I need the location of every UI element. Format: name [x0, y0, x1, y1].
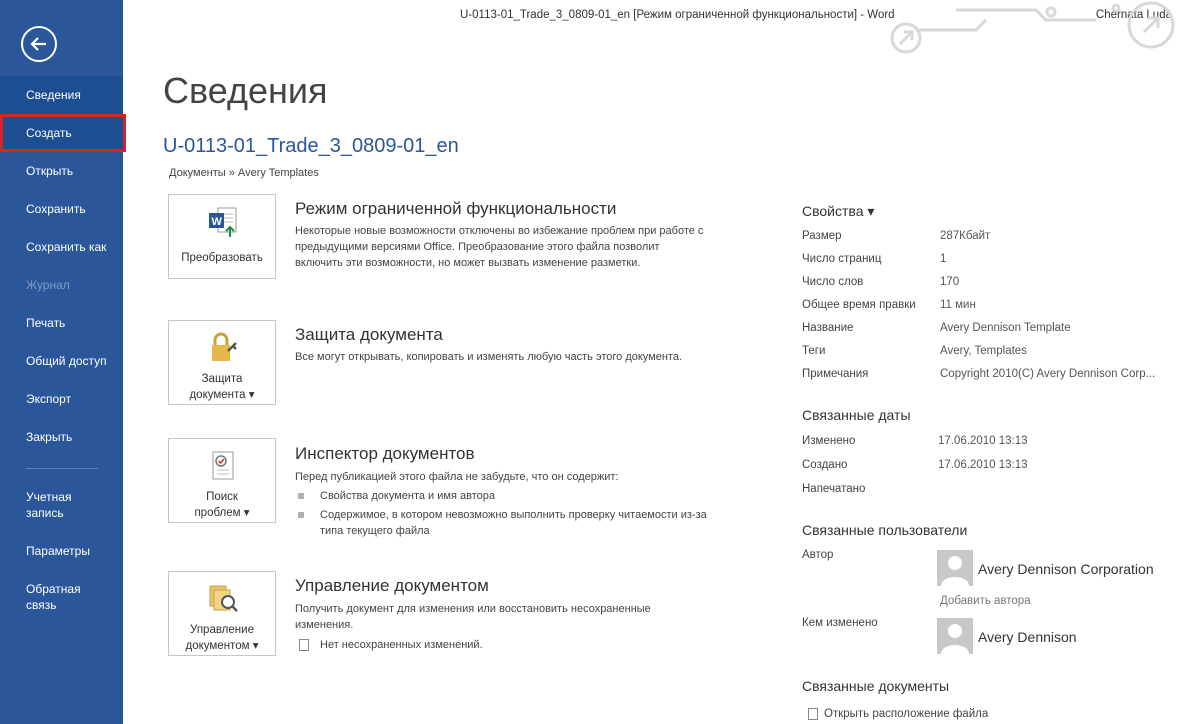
- bullet-icon: [298, 493, 304, 499]
- convert-button-label: Преобразовать: [181, 252, 263, 264]
- inspect-bullet-item: Содержимое, в котором невозможно выполни…: [320, 509, 707, 537]
- author-label: Автор: [802, 549, 834, 561]
- sidebar-item-export[interactable]: Экспорт: [0, 380, 123, 418]
- date-value: 17.06.2010 13:13: [938, 459, 1028, 471]
- prop-value-title[interactable]: Avery Dennison Template: [940, 322, 1071, 334]
- prop-key: Примечания: [802, 368, 869, 380]
- prop-value-tags[interactable]: Avery, Templates: [940, 345, 1027, 357]
- manage-document-label: Управление документом ▾: [169, 622, 275, 654]
- sidebar-item-options[interactable]: Параметры: [0, 532, 123, 570]
- prop-value: 287Кбайт: [940, 230, 991, 242]
- compat-mode-text: Некоторые новые возможности отключены во…: [295, 225, 704, 269]
- prop-key: Число слов: [802, 276, 864, 288]
- word-convert-icon: W: [209, 207, 237, 237]
- no-unsaved-changes: Нет несохраненных изменений.: [320, 639, 483, 651]
- lock-key-icon: [212, 332, 237, 361]
- properties-heading[interactable]: Свойства ▾: [802, 203, 874, 220]
- prop-key: Общее время правки: [802, 299, 916, 311]
- protect-document-text: Все могут открывать, копировать и изменя…: [295, 351, 683, 363]
- sidebar-item-close[interactable]: Закрыть: [0, 418, 123, 456]
- document-name: U-0113-01_Trade_3_0809-01_en: [163, 135, 459, 157]
- date-key: Изменено: [802, 435, 856, 447]
- avatar[interactable]: [937, 550, 973, 586]
- sidebar-divider: [26, 468, 98, 469]
- date-key: Напечатано: [802, 483, 866, 495]
- manage-label-line1: Управление: [190, 624, 254, 636]
- inspect-document-icon: [212, 451, 234, 480]
- bullet-icon: [298, 512, 304, 518]
- convert-button[interactable]: W Преобразовать: [168, 194, 276, 279]
- prop-value: 1: [940, 253, 947, 265]
- file-icon: [808, 708, 818, 720]
- manage-document-button[interactable]: Управление документом ▾: [168, 571, 276, 656]
- sidebar-item-save-as[interactable]: Сохранить как: [0, 228, 123, 266]
- sidebar-item-label: запись: [26, 506, 64, 520]
- related-dates-heading: Связанные даты: [802, 407, 911, 423]
- compat-mode-title: Режим ограниченной функциональности: [295, 199, 617, 218]
- modified-by-label: Кем изменено: [802, 617, 878, 629]
- sidebar-item-account[interactable]: Учетная запись: [0, 486, 123, 524]
- date-key: Создано: [802, 459, 848, 471]
- prop-value-comments[interactable]: Copyright 2010(C) Avery Dennison Corp...: [940, 368, 1155, 380]
- sidebar-item-label: Обратная: [26, 582, 81, 596]
- inspect-document-title: Инспектор документов: [295, 444, 475, 463]
- protect-document-label: Защита документа ▾: [169, 371, 275, 403]
- check-issues-button[interactable]: Поиск проблем ▾: [168, 438, 276, 523]
- sidebar-item-print[interactable]: Печать: [0, 304, 123, 342]
- sidebar-item-save[interactable]: Сохранить: [0, 190, 123, 228]
- sidebar-item-label: связь: [26, 598, 57, 612]
- sidebar-item-new[interactable]: Создать: [0, 114, 126, 152]
- manage-document-icon: [209, 585, 238, 612]
- prop-key: Название: [802, 322, 854, 334]
- open-file-location-link[interactable]: Открыть расположение файла: [824, 708, 988, 720]
- breadcrumb[interactable]: Документы » Avery Templates: [169, 167, 319, 179]
- sidebar-item-share[interactable]: Общий доступ: [0, 342, 123, 380]
- prop-key: Число страниц: [802, 253, 882, 265]
- inspect-document-text: Перед публикацией этого файла не забудьт…: [295, 471, 619, 483]
- person-icon: [941, 556, 969, 586]
- sidebar-item-info[interactable]: Сведения: [0, 76, 123, 114]
- manage-label-line2: документом ▾: [185, 640, 259, 652]
- check-issues-line2: проблем ▾: [194, 507, 250, 519]
- sidebar-item-feedback[interactable]: Обратная связь: [0, 578, 123, 616]
- prop-value: 11 мин: [940, 299, 976, 311]
- modified-by-name[interactable]: Avery Dennison: [978, 629, 1077, 645]
- check-issues-label: Поиск проблем ▾: [169, 489, 275, 521]
- svg-text:W: W: [212, 216, 223, 228]
- window-title: U-0113-01_Trade_3_0809-01_en [Режим огра…: [460, 9, 895, 21]
- author-name[interactable]: Avery Dennison Corporation: [978, 561, 1154, 577]
- page-title: Сведения: [163, 70, 328, 111]
- prop-key: Теги: [802, 345, 826, 357]
- inspect-bullet-item: Свойства документа и имя автора: [320, 490, 495, 502]
- protect-document-button[interactable]: Защита документа ▾: [168, 320, 276, 405]
- protect-document-title: Защита документа: [295, 325, 443, 344]
- related-people-heading: Связанные пользователи: [802, 522, 968, 538]
- protect-label-line1: Защита: [201, 373, 243, 385]
- protect-label-line2: документа ▾: [189, 389, 255, 401]
- person-icon: [941, 624, 969, 654]
- add-author-link[interactable]: Добавить автора: [940, 595, 1031, 607]
- back-arrow-icon[interactable]: [21, 26, 57, 62]
- manage-document-text: Получить документ для изменения или восс…: [295, 603, 651, 631]
- check-issues-line1: Поиск: [206, 491, 238, 503]
- avatar[interactable]: [937, 618, 973, 654]
- backstage-sidebar: Сведения Создать Открыть Сохранить Сохра…: [0, 0, 126, 724]
- file-icon: [299, 639, 309, 651]
- date-value: 17.06.2010 13:13: [938, 435, 1028, 447]
- sidebar-item-open[interactable]: Открыть: [0, 152, 123, 190]
- prop-key: Размер: [802, 230, 842, 242]
- sidebar-item-history: Журнал: [26, 278, 70, 292]
- manage-document-title: Управление документом: [295, 576, 489, 595]
- related-documents-heading: Связанные документы: [802, 678, 950, 694]
- sidebar-item-label: Учетная: [26, 490, 72, 504]
- circuit-decoration-icon: [890, 1, 1175, 54]
- prop-value: 170: [940, 276, 960, 288]
